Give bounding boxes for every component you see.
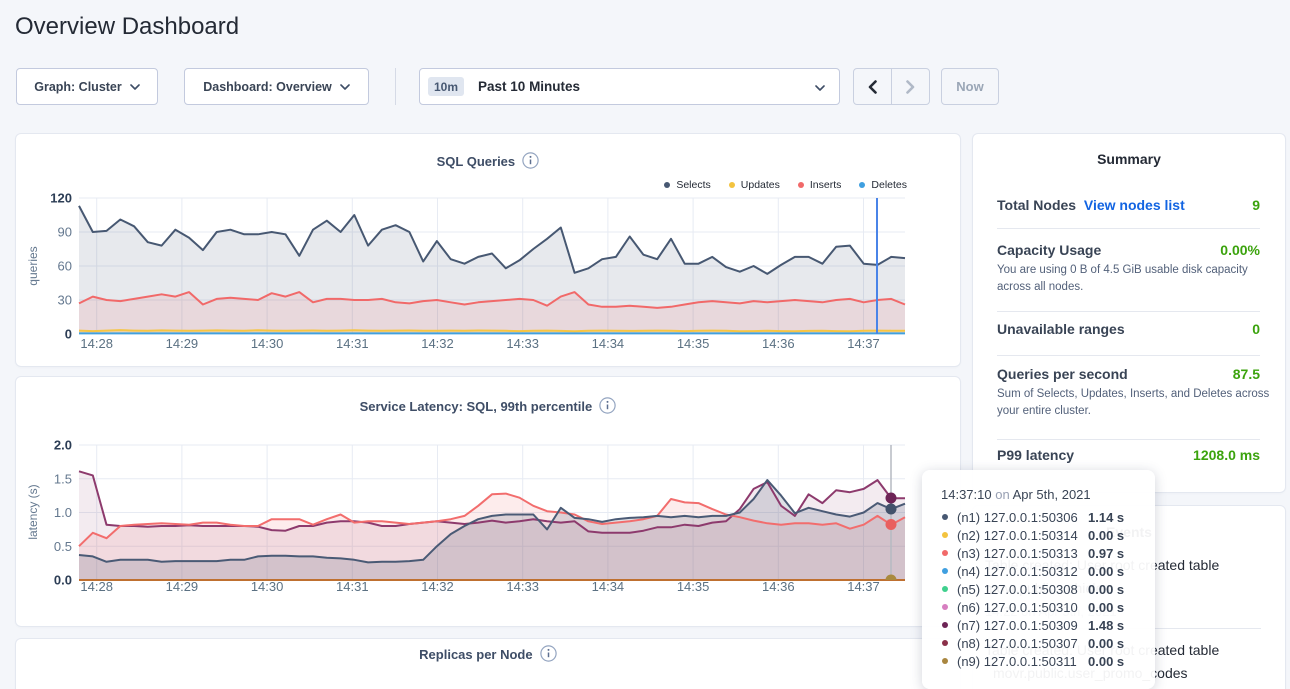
- svg-text:14:30: 14:30: [251, 579, 284, 594]
- svg-text:14:31: 14:31: [336, 579, 369, 594]
- svg-text:1.5: 1.5: [54, 471, 72, 486]
- svg-text:14:37: 14:37: [847, 579, 880, 594]
- svg-text:0: 0: [65, 327, 72, 342]
- svg-text:60: 60: [58, 259, 72, 274]
- svg-text:14:29: 14:29: [166, 579, 199, 594]
- svg-text:14:36: 14:36: [762, 336, 795, 351]
- svg-text:14:36: 14:36: [762, 579, 795, 594]
- svg-text:14:28: 14:28: [80, 336, 113, 351]
- svg-text:14:34: 14:34: [592, 579, 625, 594]
- svg-text:14:30: 14:30: [251, 336, 284, 351]
- svg-text:90: 90: [58, 225, 72, 240]
- svg-text:14:35: 14:35: [677, 579, 710, 594]
- svg-text:14:28: 14:28: [80, 579, 113, 594]
- svg-text:14:33: 14:33: [506, 336, 539, 351]
- svg-text:2.0: 2.0: [54, 438, 72, 453]
- svg-text:1.0: 1.0: [54, 505, 72, 520]
- svg-text:14:31: 14:31: [336, 336, 369, 351]
- svg-text:14:35: 14:35: [677, 336, 710, 351]
- svg-text:queries: queries: [26, 246, 40, 285]
- svg-text:14:32: 14:32: [421, 336, 454, 351]
- svg-text:30: 30: [58, 293, 72, 308]
- svg-text:14:37: 14:37: [847, 336, 880, 351]
- svg-text:14:34: 14:34: [592, 336, 625, 351]
- svg-text:14:33: 14:33: [506, 579, 539, 594]
- svg-text:0.0: 0.0: [54, 573, 72, 588]
- svg-text:latency (s): latency (s): [26, 484, 40, 539]
- svg-text:14:32: 14:32: [421, 579, 454, 594]
- svg-text:120: 120: [50, 191, 72, 206]
- svg-text:14:29: 14:29: [166, 336, 199, 351]
- svg-text:0.5: 0.5: [54, 539, 72, 554]
